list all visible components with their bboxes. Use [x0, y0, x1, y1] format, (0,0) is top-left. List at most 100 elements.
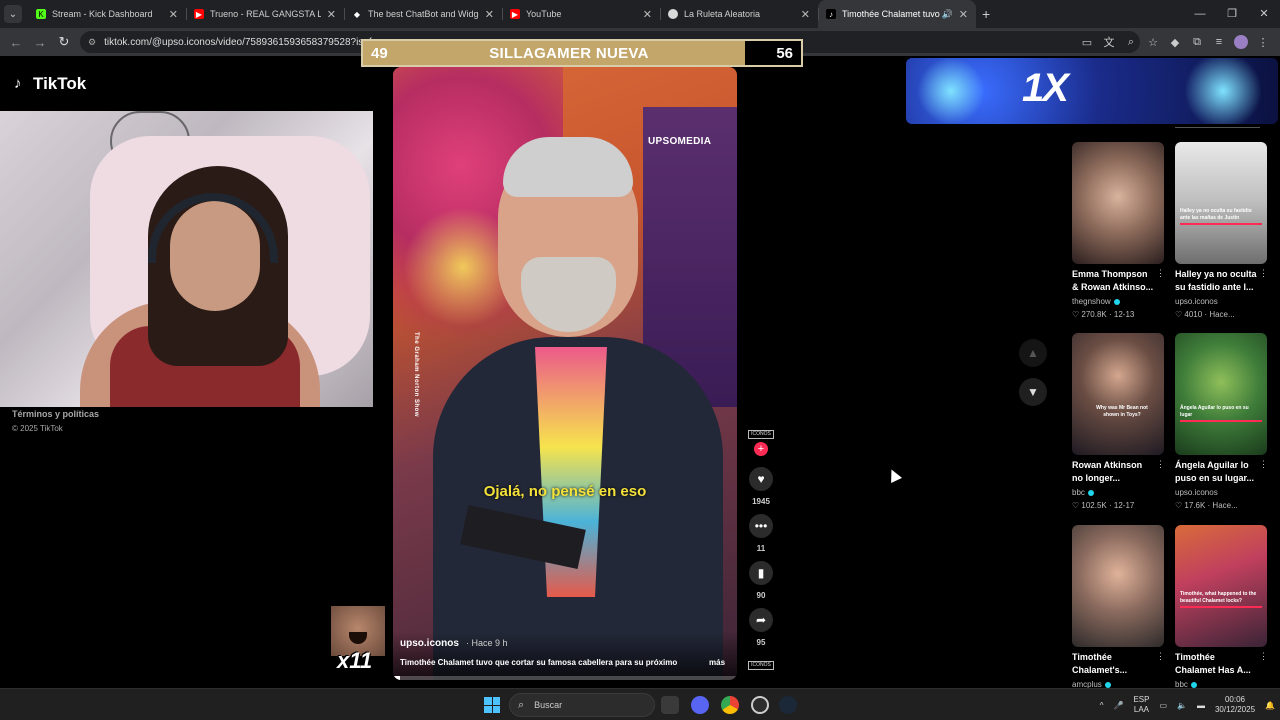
- layout-code: LAA: [1133, 705, 1149, 714]
- ad-banner[interactable]: 1X: [906, 58, 1278, 124]
- close-tab-icon[interactable]: ✕: [801, 8, 810, 21]
- share-icon[interactable]: ➦: [749, 608, 773, 632]
- next-video-icon[interactable]: ▼: [1019, 378, 1047, 406]
- video-author[interactable]: thegnshow: [1072, 297, 1120, 306]
- extension-diamond-icon[interactable]: ◆: [1164, 36, 1186, 49]
- close-tab-icon[interactable]: ✕: [327, 8, 336, 21]
- heart-icon[interactable]: ♥: [749, 467, 773, 491]
- menu-icon[interactable]: ⋮: [1252, 36, 1274, 49]
- close-tab-icon[interactable]: ✕: [485, 8, 494, 21]
- video-thumbnail[interactable]: Halley ya no oculta su fastidio ante las…: [1175, 142, 1267, 264]
- reading-list-icon[interactable]: ≡: [1208, 36, 1230, 48]
- music-disc-icon[interactable]: ICONOS: [748, 661, 774, 670]
- notifications-icon[interactable]: 🔔: [1265, 701, 1275, 710]
- taskbar-search[interactable]: ⌕ Buscar: [509, 693, 655, 717]
- video-title[interactable]: Timothée Chalamet's...: [1072, 651, 1154, 677]
- video-author[interactable]: upso.iconos: [400, 638, 459, 649]
- browser-tab-active[interactable]: ♪ Timothée Chalamet tuvo qu 🔊 ✕: [818, 0, 976, 28]
- more-options-icon[interactable]: ⋮: [1156, 459, 1165, 470]
- video-progress-bar[interactable]: [393, 676, 737, 680]
- bookmark-icon[interactable]: ▮: [749, 561, 773, 585]
- more-options-icon[interactable]: ⋮: [1156, 268, 1165, 279]
- botrix-icon: ◆: [353, 9, 361, 19]
- left-score: 49: [371, 44, 388, 62]
- browser-tab[interactable]: K Stream - Kick Dashboard ✕: [28, 0, 186, 28]
- video-thumbnail[interactable]: Timothée, what happened to the beautiful…: [1175, 525, 1267, 647]
- thumbnail-caption: Halley ya no oculta su fastidio ante las…: [1180, 208, 1262, 225]
- browser-tab[interactable]: ◆ The best ChatBot and Widgets ✕: [344, 0, 502, 28]
- video-title[interactable]: Emma Thompson & Rowan Atkinso...: [1072, 268, 1154, 294]
- steam-icon[interactable]: [779, 696, 797, 714]
- video-title[interactable]: Halley ya no oculta su fastidio ante l..…: [1175, 268, 1257, 294]
- speaker-icon[interactable]: 🔊: [942, 9, 953, 20]
- mouse-cursor-icon: [886, 467, 902, 483]
- close-tab-icon[interactable]: ✕: [959, 8, 968, 21]
- site-info-icon[interactable]: ⚙: [88, 37, 96, 48]
- video-author[interactable]: upso.iconos: [1175, 297, 1218, 306]
- new-tab-button[interactable]: +: [982, 6, 990, 22]
- translate-icon[interactable]: 文: [1098, 34, 1120, 50]
- battery-icon[interactable]: ▬: [1197, 701, 1205, 710]
- video-subtitle: Ojalá, no pensé en eso: [483, 483, 647, 500]
- tray-overflow-icon[interactable]: ^: [1100, 701, 1104, 710]
- zoom-icon[interactable]: ⌕: [1120, 36, 1142, 49]
- back-icon[interactable]: ←: [4, 35, 28, 50]
- volume-icon[interactable]: 🔈: [1177, 701, 1187, 710]
- terms-link[interactable]: Términos y políticas: [12, 409, 99, 419]
- show-name-vertical: The Graham Norton Show: [413, 332, 419, 418]
- video-title[interactable]: Ángela Aguilar lo puso en su lugar...: [1175, 459, 1257, 485]
- comment-icon[interactable]: •••: [749, 514, 773, 538]
- more-button[interactable]: más: [709, 658, 725, 667]
- youtube-icon: ▶: [510, 9, 520, 19]
- extensions-puzzle-icon[interactable]: ⧉: [1186, 36, 1208, 49]
- browser-tab[interactable]: ▶ YouTube ✕: [502, 0, 660, 28]
- minimize-icon[interactable]: —: [1184, 0, 1216, 28]
- video-thumbnail[interactable]: [1072, 142, 1164, 264]
- more-options-icon[interactable]: ⋮: [1259, 459, 1268, 470]
- video-title[interactable]: Timothée Chalamet Has A...: [1175, 651, 1257, 677]
- profile-avatar[interactable]: [1234, 35, 1248, 49]
- system-clock[interactable]: 00:06 30/12/2025: [1215, 695, 1255, 715]
- browser-tab[interactable]: ▶ Trueno - REAL GANGSTA LOVE ✕: [186, 0, 344, 28]
- screen: ⌄ K Stream - Kick Dashboard ✕ ▶ Trueno -…: [0, 0, 1280, 720]
- browser-tab[interactable]: La Ruleta Aleatoria ✕: [660, 0, 818, 28]
- video-author[interactable]: bbc: [1072, 488, 1094, 497]
- video-progress-fill: [393, 676, 400, 680]
- close-tab-icon[interactable]: ✕: [169, 8, 178, 21]
- network-icon[interactable]: ▭: [1159, 701, 1167, 710]
- video-player[interactable]: UPSOMEDIA The Graham Norton Show Ojalá, …: [393, 67, 737, 680]
- restore-icon[interactable]: ❐: [1216, 0, 1248, 28]
- video-author[interactable]: upso.iconos: [1175, 488, 1218, 497]
- microphone-icon[interactable]: 🎤: [1113, 701, 1123, 710]
- obs-icon[interactable]: [751, 696, 769, 714]
- creator-avatar[interactable]: ICONOS: [748, 430, 774, 439]
- tab-indicator: [1175, 127, 1260, 128]
- close-tab-icon[interactable]: ✕: [643, 8, 652, 21]
- bookmark-star-icon[interactable]: ☆: [1142, 36, 1164, 49]
- tab-title: Stream - Kick Dashboard: [52, 9, 153, 19]
- tiktok-logo[interactable]: ♪ TikTok: [14, 74, 86, 94]
- windows-start-icon[interactable]: [484, 697, 500, 713]
- sticker-multiplier: x11: [337, 648, 373, 673]
- more-options-icon[interactable]: ⋮: [1156, 651, 1165, 662]
- chrome-icon[interactable]: [721, 696, 739, 714]
- video-title[interactable]: Rowan Atkinson no longer...: [1072, 459, 1154, 485]
- discord-icon[interactable]: [691, 696, 709, 714]
- reload-icon[interactable]: ↻: [52, 34, 76, 50]
- tab-search-button[interactable]: ⌄: [4, 5, 22, 23]
- tab-title: Timothée Chalamet tuvo qu: [842, 9, 940, 19]
- close-window-icon[interactable]: ✕: [1248, 0, 1280, 28]
- task-view-icon[interactable]: [661, 696, 679, 714]
- video-thumbnail[interactable]: [1072, 525, 1164, 647]
- follow-plus-icon[interactable]: +: [754, 442, 768, 456]
- keyboard-language[interactable]: ESP LAA: [1133, 695, 1149, 715]
- video-thumbnail[interactable]: Ángela Aguilar lo puso en su lugar: [1175, 333, 1267, 455]
- previous-video-icon[interactable]: ▲: [1019, 339, 1047, 367]
- cast-icon[interactable]: ▭: [1076, 36, 1098, 49]
- webcam-overlay: [0, 111, 373, 407]
- more-options-icon[interactable]: ⋮: [1259, 651, 1268, 662]
- video-thumbnail[interactable]: Why was Mr Bean not shown in Toys?: [1072, 333, 1164, 455]
- forward-icon[interactable]: →: [28, 35, 52, 50]
- more-options-icon[interactable]: ⋮: [1259, 268, 1268, 279]
- video-date: Hace...: [1209, 310, 1235, 319]
